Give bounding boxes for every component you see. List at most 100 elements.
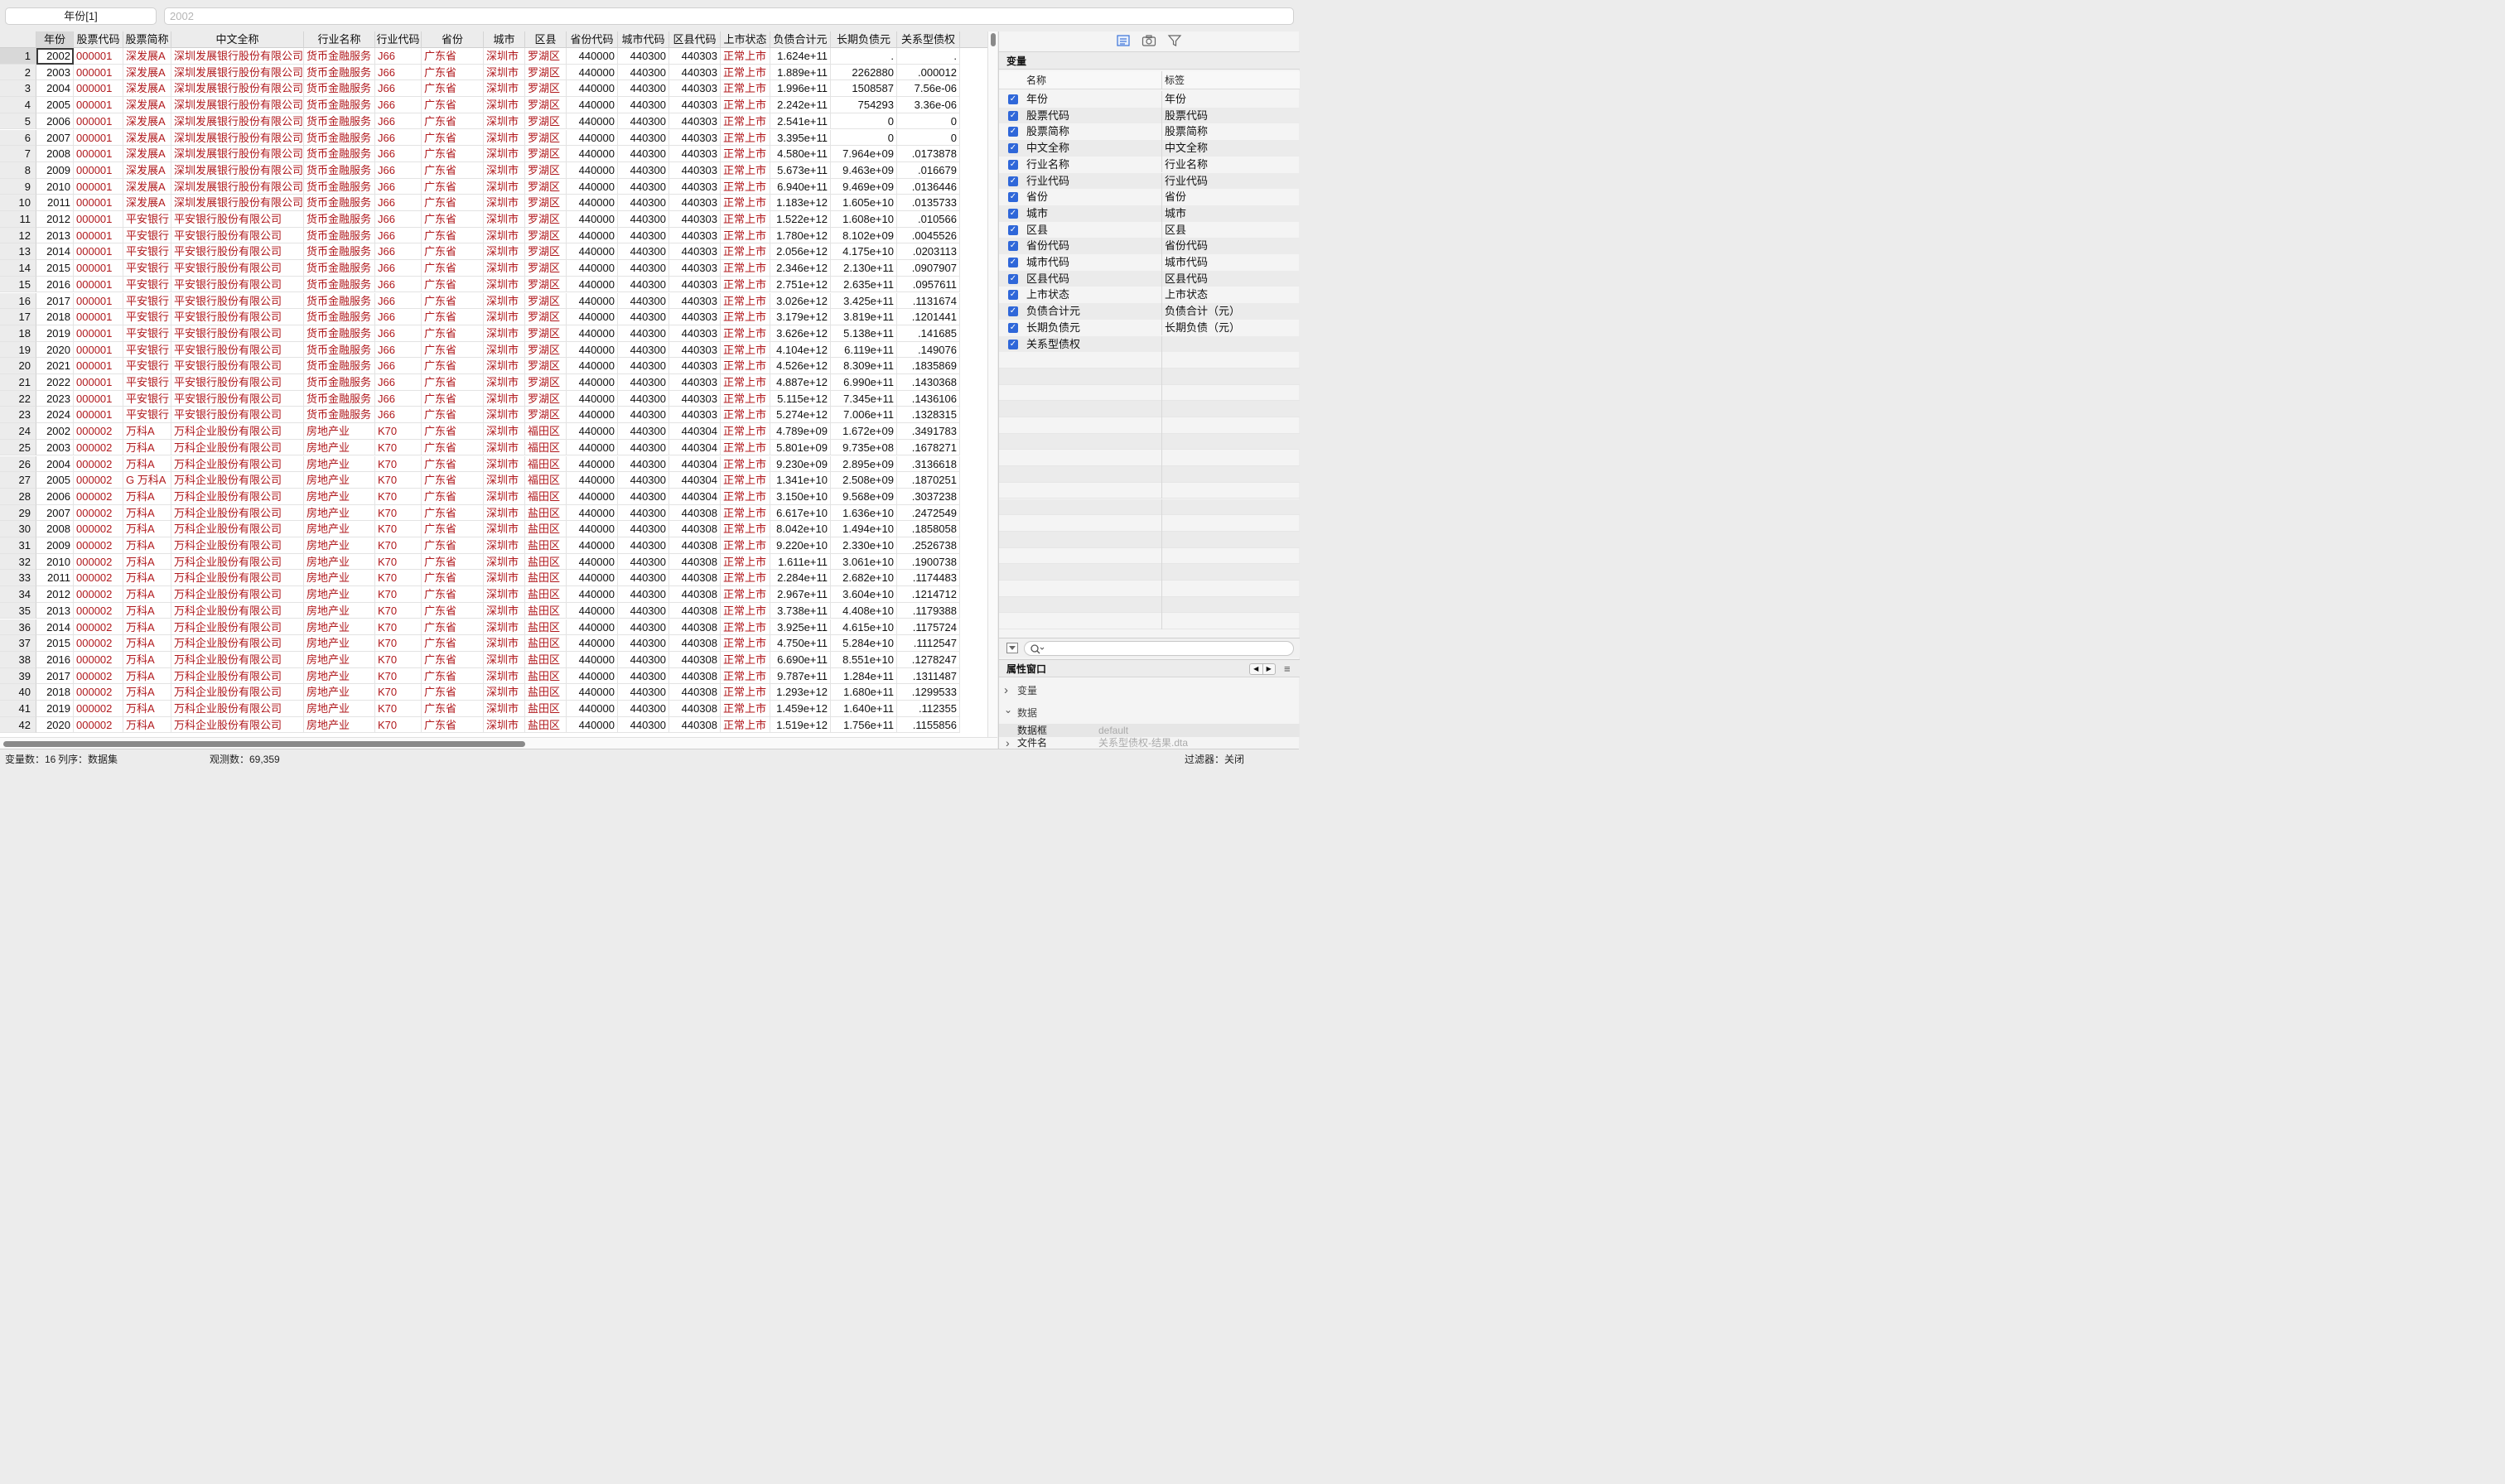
- data-cell[interactable]: 广东省: [422, 325, 484, 342]
- data-cell[interactable]: 正常上市: [721, 455, 770, 473]
- data-cell[interactable]: 440000: [567, 701, 618, 717]
- data-cell[interactable]: 万科企业股份有限公司: [171, 472, 304, 489]
- data-cell[interactable]: 440308: [669, 553, 721, 571]
- data-cell[interactable]: 440308: [669, 504, 721, 522]
- data-cell[interactable]: 广东省: [422, 64, 484, 81]
- data-cell[interactable]: K70: [375, 521, 422, 537]
- data-cell[interactable]: 2022: [36, 374, 74, 391]
- data-cell[interactable]: 平安银行股份有限公司: [171, 358, 304, 374]
- data-cell[interactable]: K70: [375, 504, 422, 522]
- data-cell[interactable]: 房地产业: [304, 488, 375, 505]
- data-cell[interactable]: 440300: [618, 113, 669, 130]
- data-cell[interactable]: 2262880: [831, 64, 897, 81]
- data-cell[interactable]: 万科A: [123, 651, 171, 668]
- data-cell[interactable]: 440300: [618, 129, 669, 147]
- data-cell[interactable]: .0173878: [897, 146, 960, 162]
- column-header[interactable]: 负债合计元: [770, 31, 831, 48]
- data-cell[interactable]: 1.996e+11: [770, 80, 831, 98]
- data-cell[interactable]: 罗湖区: [525, 390, 567, 407]
- data-cell[interactable]: 深圳市: [484, 341, 525, 359]
- data-cell[interactable]: 440300: [618, 80, 669, 98]
- data-cell[interactable]: 货币金融服务: [304, 325, 375, 342]
- data-cell[interactable]: 货币金融服务: [304, 292, 375, 310]
- data-cell[interactable]: 深圳发展银行股份有限公司: [171, 113, 304, 130]
- data-cell[interactable]: 广东省: [422, 341, 484, 359]
- data-cell[interactable]: 深圳市: [484, 537, 525, 554]
- data-cell[interactable]: 4.175e+10: [831, 243, 897, 261]
- data-cell[interactable]: 000002: [74, 423, 123, 440]
- data-cell[interactable]: 正常上市: [721, 504, 770, 522]
- data-cell[interactable]: 2018: [36, 309, 74, 325]
- data-cell[interactable]: 000001: [74, 178, 123, 195]
- data-cell[interactable]: 广东省: [422, 374, 484, 391]
- row-number[interactable]: 22: [0, 390, 36, 407]
- data-cell[interactable]: 2013: [36, 602, 74, 619]
- data-cell[interactable]: 2.682e+10: [831, 570, 897, 587]
- data-cell[interactable]: 盐田区: [525, 504, 567, 522]
- data-cell[interactable]: 万科A: [123, 521, 171, 537]
- data-cell[interactable]: 440000: [567, 602, 618, 619]
- data-cell[interactable]: 440300: [618, 504, 669, 522]
- data-cell[interactable]: J66: [375, 129, 422, 147]
- data-cell[interactable]: 平安银行股份有限公司: [171, 292, 304, 310]
- data-cell[interactable]: 2016: [36, 651, 74, 668]
- data-cell[interactable]: 平安银行: [123, 390, 171, 407]
- data-cell[interactable]: 6.690e+11: [770, 651, 831, 668]
- data-cell[interactable]: 440000: [567, 309, 618, 325]
- data-cell[interactable]: 2.508e+09: [831, 472, 897, 489]
- data-cell[interactable]: 3.395e+11: [770, 129, 831, 147]
- data-cell[interactable]: 广东省: [422, 651, 484, 668]
- data-cell[interactable]: 万科企业股份有限公司: [171, 488, 304, 505]
- data-cell[interactable]: 440000: [567, 292, 618, 310]
- data-cell[interactable]: 440304: [669, 423, 721, 440]
- data-cell[interactable]: 货币金融服务: [304, 390, 375, 407]
- data-cell[interactable]: 深圳发展银行股份有限公司: [171, 195, 304, 211]
- data-cell[interactable]: 万科企业股份有限公司: [171, 570, 304, 587]
- data-cell[interactable]: 2.242e+11: [770, 97, 831, 113]
- row-number[interactable]: 27: [0, 472, 36, 489]
- data-cell[interactable]: 正常上市: [721, 292, 770, 310]
- data-cell[interactable]: K70: [375, 701, 422, 717]
- data-cell[interactable]: .1900738: [897, 553, 960, 571]
- row-number[interactable]: 38: [0, 651, 36, 668]
- variable-row[interactable]: ✓ 区县 区县: [999, 221, 1300, 238]
- data-cell[interactable]: 房地产业: [304, 701, 375, 717]
- row-number[interactable]: 14: [0, 260, 36, 277]
- data-cell[interactable]: 440300: [618, 374, 669, 391]
- data-cell[interactable]: 广东省: [422, 309, 484, 325]
- data-cell[interactable]: 正常上市: [721, 358, 770, 374]
- data-cell[interactable]: 货币金融服务: [304, 146, 375, 162]
- data-cell[interactable]: 广东省: [422, 227, 484, 244]
- data-cell[interactable]: 深圳市: [484, 161, 525, 179]
- data-cell[interactable]: 深圳市: [484, 227, 525, 244]
- data-cell[interactable]: 2019: [36, 701, 74, 717]
- data-cell[interactable]: 2008: [36, 146, 74, 162]
- data-cell[interactable]: 罗湖区: [525, 48, 567, 65]
- row-number[interactable]: 5: [0, 113, 36, 130]
- data-cell[interactable]: 440300: [618, 178, 669, 195]
- data-cell[interactable]: 盐田区: [525, 537, 567, 554]
- variable-row[interactable]: ✓ 股票简称 股票简称: [999, 123, 1300, 141]
- data-cell[interactable]: 2.635e+11: [831, 276, 897, 293]
- data-cell[interactable]: 广东省: [422, 570, 484, 587]
- data-cell[interactable]: 深圳市: [484, 374, 525, 391]
- data-cell[interactable]: 货币金融服务: [304, 48, 375, 65]
- data-cell[interactable]: 万科企业股份有限公司: [171, 455, 304, 473]
- variable-checkbox[interactable]: ✓: [1008, 176, 1018, 186]
- data-cell[interactable]: 4.887e+12: [770, 374, 831, 391]
- data-cell[interactable]: 000001: [74, 390, 123, 407]
- data-cell[interactable]: 房地产业: [304, 619, 375, 636]
- column-header[interactable]: 城市代码: [618, 31, 669, 48]
- data-cell[interactable]: J66: [375, 390, 422, 407]
- filter-variables-icon[interactable]: [1006, 643, 1018, 653]
- data-cell[interactable]: 440000: [567, 635, 618, 652]
- data-cell[interactable]: 深圳发展银行股份有限公司: [171, 48, 304, 65]
- variable-checkbox[interactable]: ✓: [1008, 290, 1018, 301]
- data-cell[interactable]: J66: [375, 260, 422, 277]
- variable-checkbox[interactable]: ✓: [1008, 306, 1018, 317]
- variable-checkbox[interactable]: ✓: [1008, 94, 1018, 104]
- data-cell[interactable]: 440300: [618, 309, 669, 325]
- data-cell[interactable]: 深圳市: [484, 64, 525, 81]
- data-cell[interactable]: .0957611: [897, 276, 960, 293]
- data-cell[interactable]: J66: [375, 407, 422, 424]
